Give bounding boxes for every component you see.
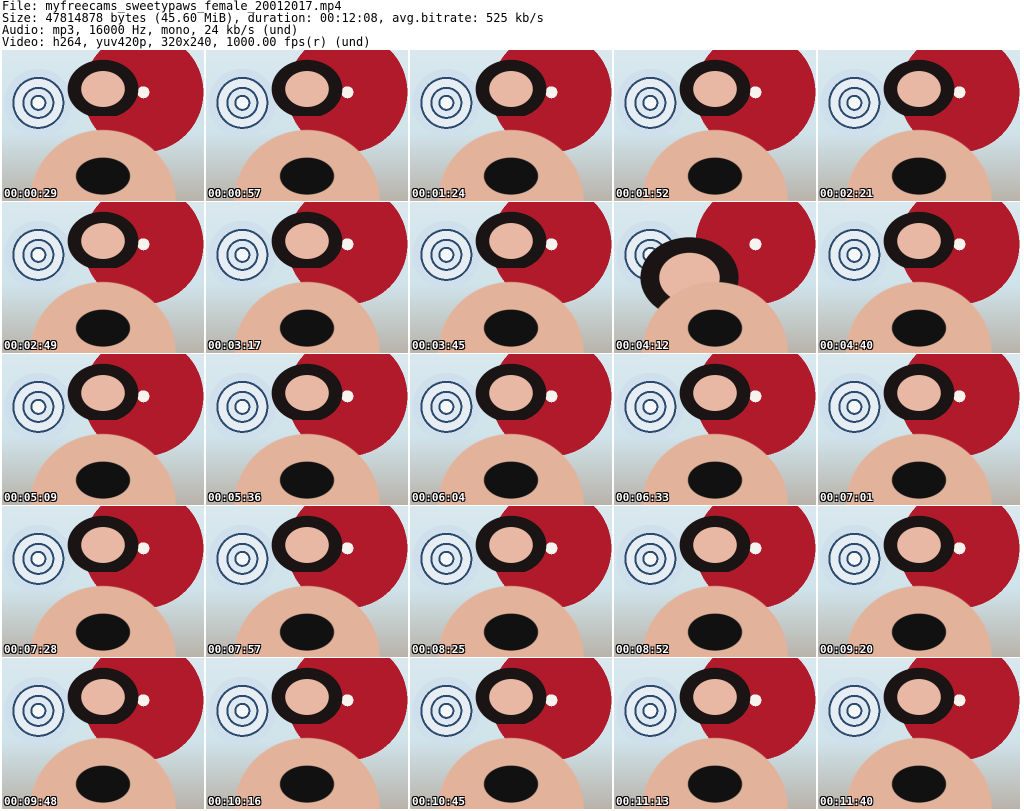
thumbnail-timestamp: 00:04:12 bbox=[616, 339, 669, 352]
video-thumbnail: 00:07:01 bbox=[818, 354, 1020, 505]
video-thumbnail: 00:10:45 bbox=[410, 658, 612, 809]
thumbnail-timestamp: 00:07:28 bbox=[4, 643, 57, 656]
video-thumbnail: 00:02:21 bbox=[818, 50, 1020, 201]
video-thumbnail: 00:00:29 bbox=[2, 50, 204, 201]
video-thumbnail: 00:03:17 bbox=[206, 202, 408, 353]
file-info-header: File: myfreecams_sweetypaws_female_20012… bbox=[2, 0, 1022, 48]
video-thumbnail: 00:04:40 bbox=[818, 202, 1020, 353]
video-info-line: Video: h264, yuv420p, 320x240, 1000.00 f… bbox=[2, 35, 371, 49]
thumbnail-timestamp: 00:05:36 bbox=[208, 491, 261, 504]
thumbnail-grid: 00:00:29 00:00:57 00:01:24 00:01:52 00:0… bbox=[2, 50, 1022, 810]
video-thumbnail: 00:06:33 bbox=[614, 354, 816, 505]
thumbnail-timestamp: 00:07:57 bbox=[208, 643, 261, 656]
video-thumbnail: 00:06:04 bbox=[410, 354, 612, 505]
thumbnail-timestamp: 00:04:40 bbox=[820, 339, 873, 352]
video-thumbnail: 00:00:57 bbox=[206, 50, 408, 201]
thumbnail-timestamp: 00:00:57 bbox=[208, 187, 261, 200]
video-thumbnail: 00:01:24 bbox=[410, 50, 612, 201]
thumbnail-timestamp: 00:08:25 bbox=[412, 643, 465, 656]
thumbnail-timestamp: 00:10:45 bbox=[412, 795, 465, 808]
video-thumbnail: 00:08:52 bbox=[614, 506, 816, 657]
video-thumbnail: 00:01:52 bbox=[614, 50, 816, 201]
video-thumbnail: 00:10:16 bbox=[206, 658, 408, 809]
thumbnail-timestamp: 00:02:49 bbox=[4, 339, 57, 352]
thumbnail-timestamp: 00:11:13 bbox=[616, 795, 669, 808]
thumbnail-timestamp: 00:06:33 bbox=[616, 491, 669, 504]
video-thumbnail: 00:03:45 bbox=[410, 202, 612, 353]
video-thumbnail: 00:04:12 bbox=[614, 202, 816, 353]
video-thumbnail: 00:05:36 bbox=[206, 354, 408, 505]
video-thumbnail: 00:05:09 bbox=[2, 354, 204, 505]
thumbnail-timestamp: 00:11:40 bbox=[820, 795, 873, 808]
video-thumbnail: 00:11:13 bbox=[614, 658, 816, 809]
thumbnail-timestamp: 00:09:20 bbox=[820, 643, 873, 656]
thumbnail-timestamp: 00:06:04 bbox=[412, 491, 465, 504]
thumbnail-timestamp: 00:09:48 bbox=[4, 795, 57, 808]
video-thumbnail: 00:09:20 bbox=[818, 506, 1020, 657]
video-thumbnail: 00:11:40 bbox=[818, 658, 1020, 809]
thumbnail-timestamp: 00:03:17 bbox=[208, 339, 261, 352]
thumbnail-timestamp: 00:10:16 bbox=[208, 795, 261, 808]
video-thumbnail: 00:07:28 bbox=[2, 506, 204, 657]
thumbnail-timestamp: 00:08:52 bbox=[616, 643, 669, 656]
thumbnail-timestamp: 00:05:09 bbox=[4, 491, 57, 504]
thumbnail-timestamp: 00:01:24 bbox=[412, 187, 465, 200]
thumbnail-timestamp: 00:01:52 bbox=[616, 187, 669, 200]
video-thumbnail: 00:08:25 bbox=[410, 506, 612, 657]
thumbnail-timestamp: 00:07:01 bbox=[820, 491, 873, 504]
video-thumbnail: 00:09:48 bbox=[2, 658, 204, 809]
video-thumbnail: 00:02:49 bbox=[2, 202, 204, 353]
thumbnail-timestamp: 00:00:29 bbox=[4, 187, 57, 200]
thumbnail-timestamp: 00:02:21 bbox=[820, 187, 873, 200]
thumbnail-timestamp: 00:03:45 bbox=[412, 339, 465, 352]
video-thumbnail: 00:07:57 bbox=[206, 506, 408, 657]
